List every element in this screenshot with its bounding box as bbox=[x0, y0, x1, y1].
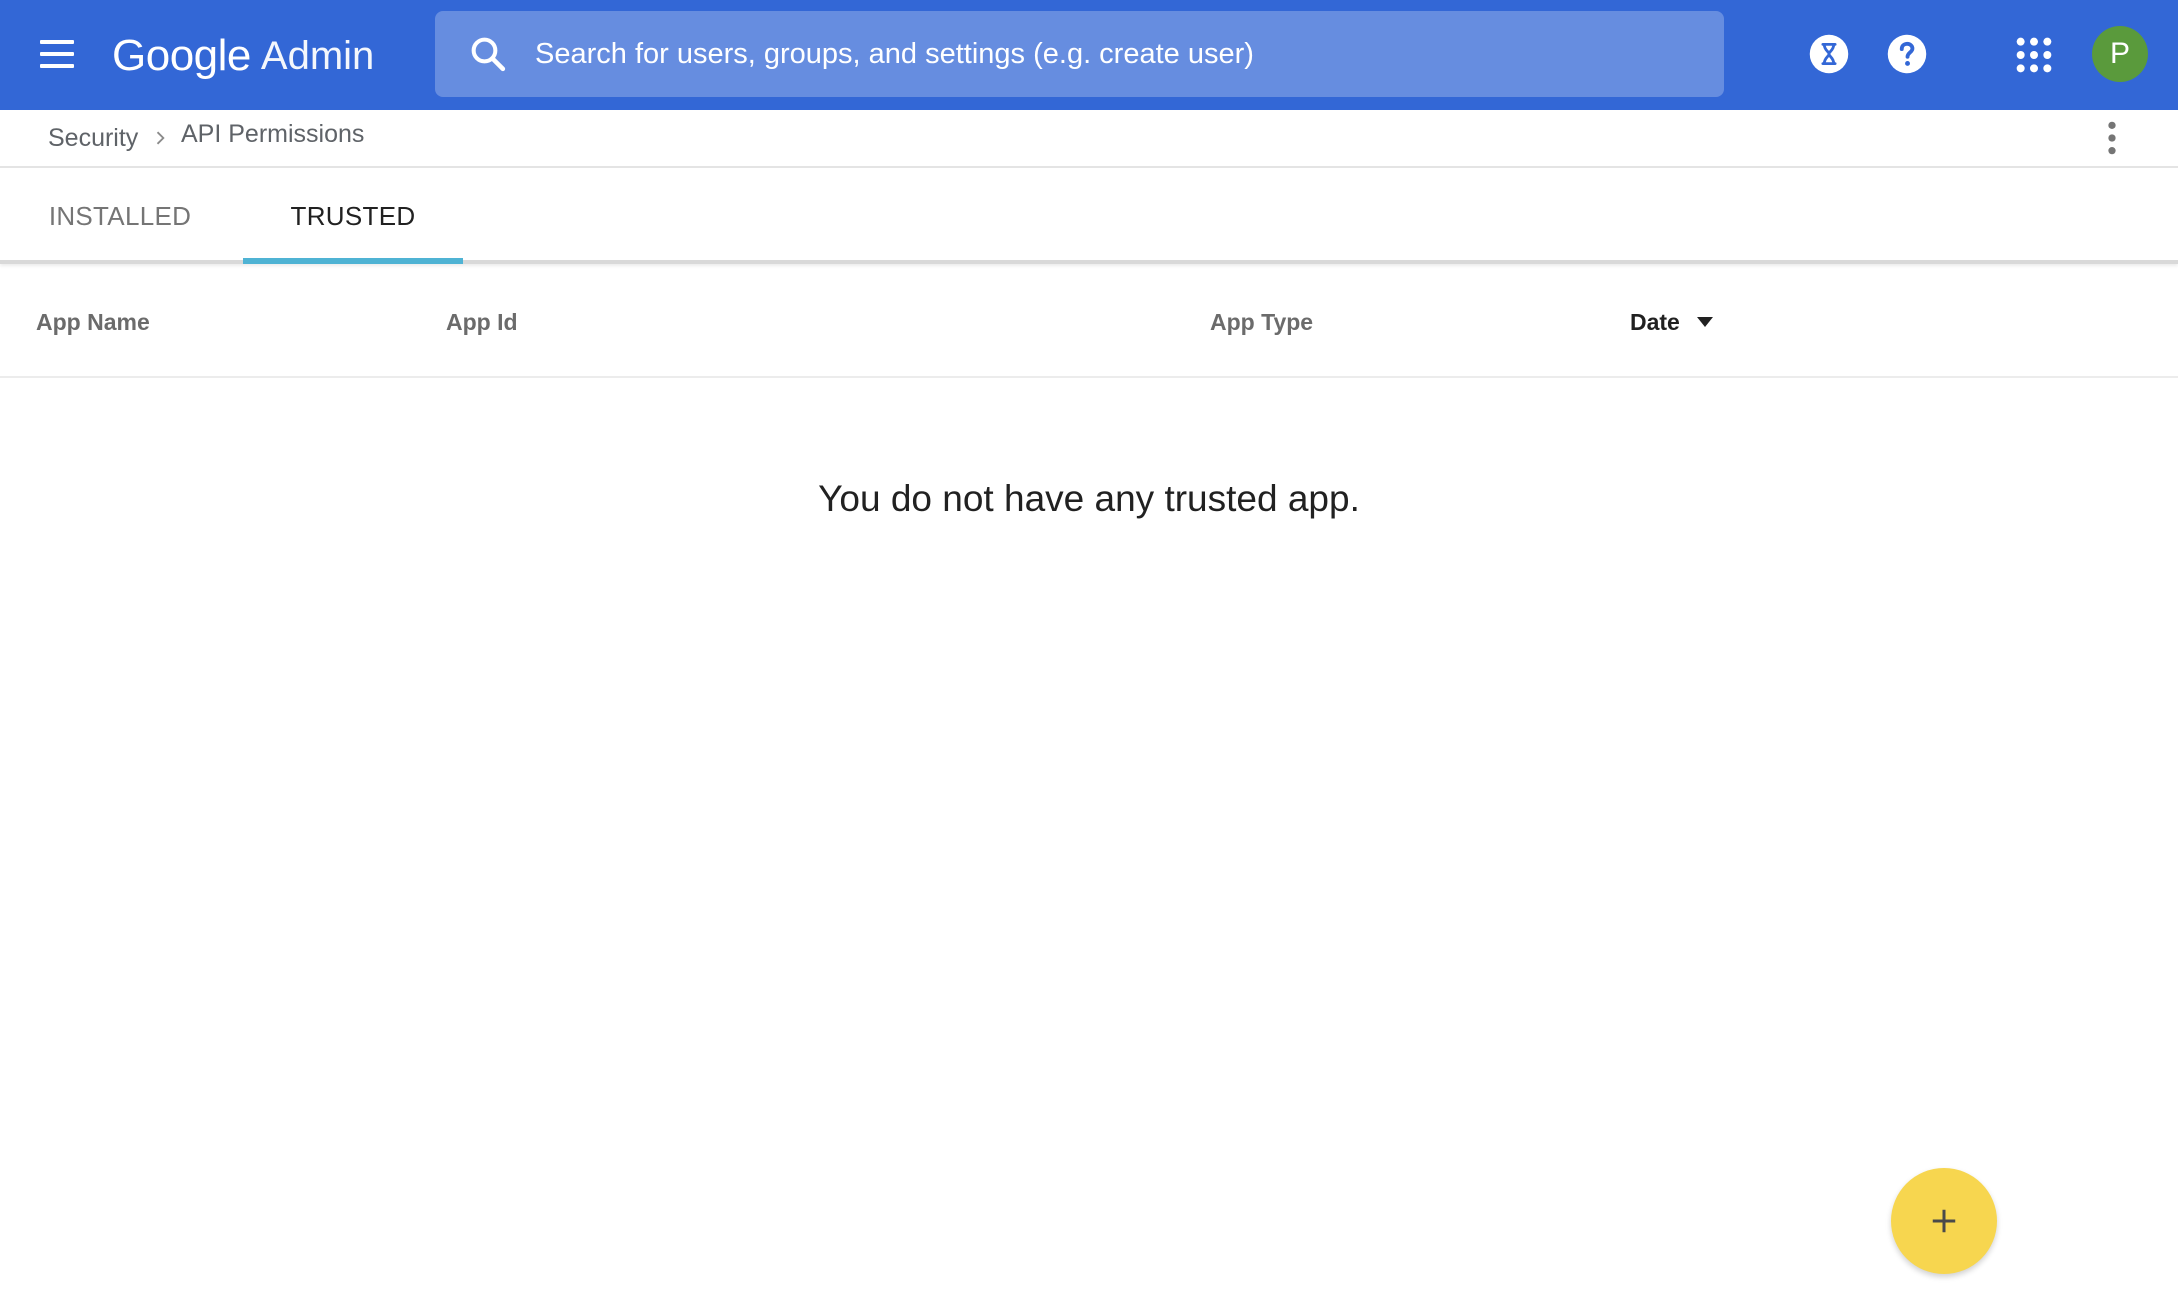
more-vert-icon[interactable] bbox=[2100, 119, 2124, 157]
column-header-app-id[interactable]: App Id bbox=[446, 268, 518, 376]
chevron-right-icon bbox=[156, 131, 165, 145]
tab-installed[interactable]: INSTALLED bbox=[20, 168, 220, 264]
logo-google-text: Google bbox=[112, 31, 251, 80]
help-icon[interactable] bbox=[1886, 33, 1928, 75]
empty-state-message: You do not have any trusted app. bbox=[818, 478, 1360, 519]
add-trusted-app-button[interactable] bbox=[1891, 1168, 1997, 1274]
avatar[interactable]: P bbox=[2092, 26, 2148, 82]
column-header-app-type[interactable]: App Type bbox=[1210, 268, 1313, 376]
column-header-app-name[interactable]: App Name bbox=[36, 268, 150, 376]
google-admin-logo[interactable]: Google Admin bbox=[112, 26, 374, 86]
app-bar: Google Admin P bbox=[0, 0, 2178, 110]
search-input[interactable] bbox=[535, 11, 1695, 97]
column-header-date[interactable]: Date bbox=[1630, 268, 1714, 376]
breadcrumb-api-permissions: API Permissions bbox=[181, 120, 365, 148]
search-icon[interactable] bbox=[467, 33, 509, 75]
tab-bar: INSTALLED TRUSTED bbox=[0, 168, 2178, 264]
table-header: App Name App Id App Type Date bbox=[0, 268, 2178, 378]
tab-trusted[interactable]: TRUSTED bbox=[243, 168, 463, 264]
breadcrumb: Security API Permissions bbox=[0, 110, 2178, 168]
logo-admin-text: Admin bbox=[260, 33, 375, 78]
menu-icon[interactable] bbox=[40, 30, 86, 78]
apps-grid-icon[interactable] bbox=[2014, 35, 2054, 75]
search-box[interactable] bbox=[435, 11, 1724, 97]
column-header-date-label: Date bbox=[1630, 308, 1680, 335]
hourglass-icon[interactable] bbox=[1808, 33, 1850, 75]
plus-icon bbox=[1932, 1209, 1956, 1233]
breadcrumb-security[interactable]: Security bbox=[48, 124, 138, 153]
sort-descending-icon bbox=[1696, 317, 1713, 327]
active-tab-indicator bbox=[243, 258, 463, 264]
